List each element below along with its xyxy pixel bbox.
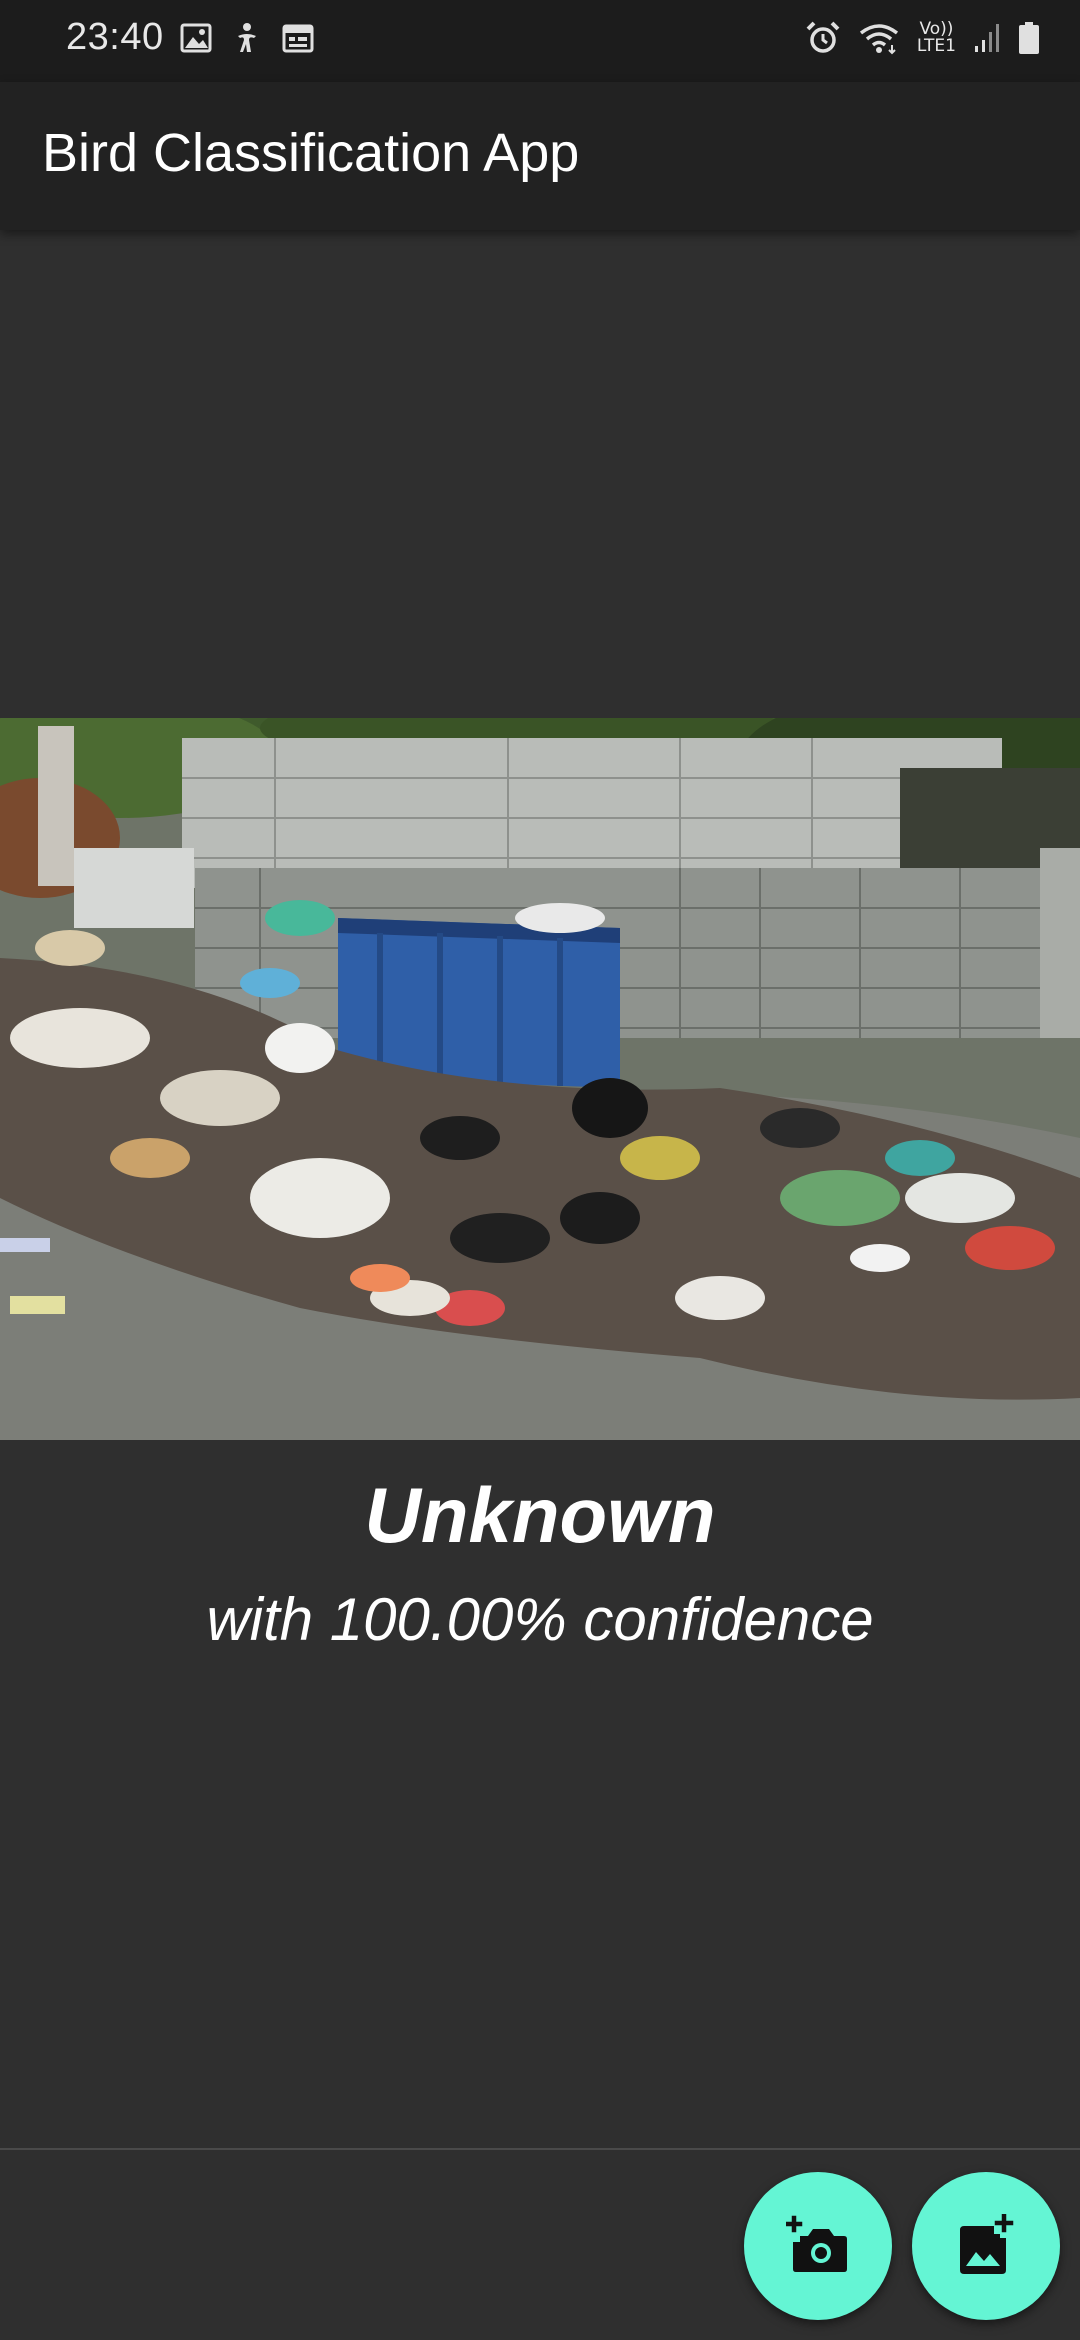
signal-strength-icon — [975, 24, 999, 52]
network-label-bottom: LTE1 — [916, 36, 956, 56]
status-right-icons: Vo)) LTE1 — [805, 20, 1040, 56]
battery-icon — [1019, 22, 1039, 54]
prediction-confidence: with 100.00% confidence — [206, 1586, 874, 1653]
bottom-divider — [0, 2148, 1080, 2150]
image-icon — [180, 23, 212, 53]
app-bar: Bird Classification App — [0, 82, 1080, 230]
pick-from-gallery-button[interactable] — [912, 2172, 1060, 2320]
status-time: 23:40 — [66, 16, 164, 58]
app-screen: 23:40 Vo)) LTE1 Bird Classification App … — [0, 0, 1080, 2340]
wifi-icon — [859, 24, 898, 55]
accessibility-icon — [238, 23, 256, 52]
calendar-icon — [282, 24, 314, 53]
alarm-icon — [806, 21, 840, 53]
status-left-icons — [180, 22, 314, 54]
prediction-label: Unknown — [364, 1471, 716, 1559]
app-title: Bird Classification App — [42, 123, 580, 183]
lte-label: Vo)) LTE1 — [917, 21, 956, 55]
add-photo-icon — [960, 2214, 1014, 2274]
status-bar: 23:40 Vo)) LTE1 — [0, 0, 1080, 82]
classified-photo — [0, 718, 1080, 1440]
add-camera-icon — [786, 2215, 847, 2272]
take-photo-button[interactable] — [744, 2172, 892, 2320]
